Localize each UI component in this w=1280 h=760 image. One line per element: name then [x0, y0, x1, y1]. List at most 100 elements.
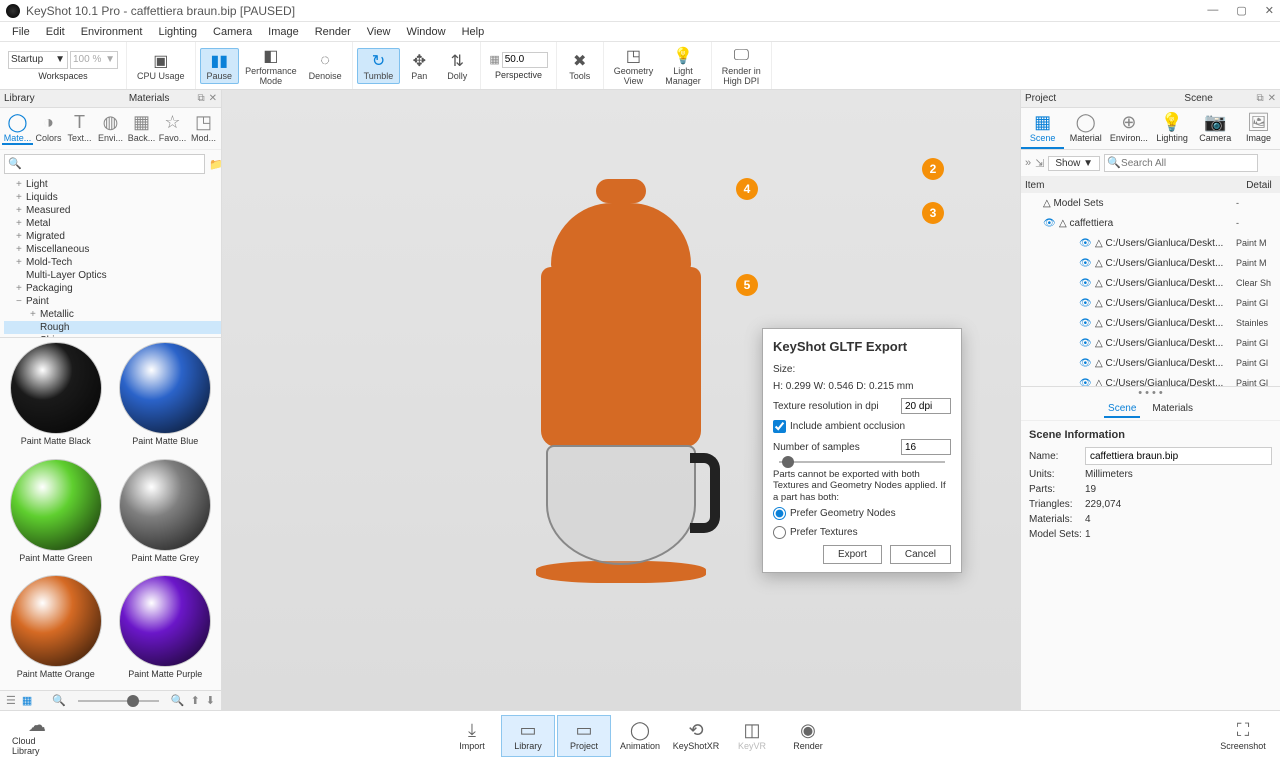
project-tab-0[interactable]: ▦Scene — [1021, 108, 1064, 149]
scene-tree-item[interactable]: 👁△ caffettiera- — [1021, 213, 1280, 233]
render-button[interactable]: ◉Render — [781, 715, 835, 757]
library-tab-0[interactable]: ◯Mate... — [2, 112, 33, 145]
pan-button[interactable]: ✥Pan — [400, 49, 438, 83]
tree-item[interactable]: +Mold-Tech — [4, 256, 221, 269]
render-viewport[interactable]: KeyShot GLTF Export Size: H: 0.299 W: 0.… — [222, 90, 1020, 710]
menu-camera[interactable]: Camera — [205, 24, 260, 40]
samples-slider[interactable] — [779, 461, 945, 463]
project-tab-5[interactable]: 🖼Image — [1237, 108, 1280, 149]
menu-environment[interactable]: Environment — [73, 24, 151, 40]
scene-tree-item[interactable]: 👁△ C:/Users/Gianluca/Deskt...Paint M — [1021, 253, 1280, 273]
cpu-usage-button[interactable]: ▣CPU Usage — [131, 49, 191, 83]
prefer-textures-radio[interactable] — [773, 526, 786, 539]
scene-tree-item[interactable]: 👁△ C:/Users/Gianluca/Deskt...Paint Gl — [1021, 333, 1280, 353]
close-panel-icon[interactable]: ✕ — [1268, 93, 1276, 104]
menu-file[interactable]: File — [4, 24, 38, 40]
library-tab-3[interactable]: ◍Envi... — [95, 112, 126, 145]
expand-icon[interactable]: » — [1025, 157, 1031, 169]
scene-search-input[interactable] — [1104, 154, 1258, 172]
menu-render[interactable]: Render — [307, 24, 359, 40]
list-view-icon[interactable]: ☰ — [6, 694, 16, 707]
close-button[interactable]: ✕ — [1265, 4, 1274, 17]
scene-tree-item[interactable]: △ Model Sets- — [1021, 193, 1280, 213]
tree-item[interactable]: +Packaging — [4, 282, 221, 295]
denoise-button[interactable]: ◌Denoise — [303, 49, 348, 83]
material-swatch[interactable]: Paint Matte Purple — [114, 575, 218, 686]
project-tab-2[interactable]: ⊕Environ... — [1107, 108, 1150, 149]
pause-button[interactable]: ▮▮Pause — [200, 48, 240, 84]
tree-item[interactable]: Multi-Layer Optics — [4, 269, 221, 282]
tree-item[interactable]: +Metal — [4, 217, 221, 230]
library-tab-5[interactable]: ☆Favo... — [157, 112, 188, 145]
project-tab-1[interactable]: ◯Material — [1064, 108, 1107, 149]
scene-tree-item[interactable]: 👁△ C:/Users/Gianluca/Deskt...Clear Sh — [1021, 273, 1280, 293]
menu-view[interactable]: View — [359, 24, 399, 40]
library-tab-2[interactable]: TText... — [64, 112, 95, 145]
library-search-input[interactable] — [4, 154, 205, 174]
grid-view-icon[interactable]: ▦ — [22, 694, 32, 707]
library-tab-1[interactable]: ◑Colors — [33, 112, 64, 145]
thumbnail-size-slider[interactable] — [78, 700, 159, 702]
menu-lighting[interactable]: Lighting — [150, 24, 205, 40]
export-material-icon[interactable]: ⬇ — [206, 694, 215, 707]
light-manager-button[interactable]: 💡LightManager — [659, 44, 707, 88]
scene-tree-item[interactable]: 👁△ C:/Users/Gianluca/Deskt...Paint M — [1021, 233, 1280, 253]
scene-tree-item[interactable]: 👁△ C:/Users/Gianluca/Deskt...Paint Gl — [1021, 373, 1280, 387]
subtab-materials[interactable]: Materials — [1148, 401, 1197, 418]
project-button[interactable]: ▭Project — [557, 715, 611, 757]
keyshotxr-button[interactable]: ⟲KeyShotXR — [669, 715, 723, 757]
workspace-dropdown[interactable]: Startup▼ — [8, 51, 68, 69]
tree-item[interactable]: +Migrated — [4, 230, 221, 243]
geometry-view-button[interactable]: ◳GeometryView — [608, 44, 660, 88]
folder-icon[interactable]: 📁 — [209, 158, 223, 171]
tree-item[interactable]: −Paint — [4, 295, 221, 308]
cancel-button[interactable]: Cancel — [890, 545, 951, 564]
menu-window[interactable]: Window — [398, 24, 453, 40]
ambient-occlusion-checkbox[interactable] — [773, 420, 786, 433]
samples-input[interactable] — [901, 439, 951, 455]
library-tab-4[interactable]: ▦Back... — [126, 112, 157, 145]
show-dropdown[interactable]: Show ▼ — [1048, 156, 1100, 171]
menu-help[interactable]: Help — [454, 24, 493, 40]
library-button[interactable]: ▭Library — [501, 715, 555, 757]
tumble-button[interactable]: ↻Tumble — [357, 48, 401, 84]
import-material-icon[interactable]: ⬆ — [191, 694, 200, 707]
menu-edit[interactable]: Edit — [38, 24, 73, 40]
prefer-geometry-radio[interactable] — [773, 507, 786, 520]
subtab-scene[interactable]: Scene — [1104, 401, 1140, 418]
maximize-button[interactable]: ▢ — [1236, 4, 1246, 17]
import-button[interactable]: ⤓Import — [445, 715, 499, 757]
library-tab-6[interactable]: ◳Mod... — [188, 112, 219, 145]
search-icon[interactable]: 🔍 — [8, 157, 22, 170]
material-swatch[interactable]: Paint Matte Green — [4, 459, 108, 570]
tree-item[interactable]: +Miscellaneous — [4, 243, 221, 256]
material-swatch[interactable]: Paint Matte Grey — [114, 459, 218, 570]
material-swatch[interactable]: Paint Matte Blue — [114, 342, 218, 453]
zoom-out-icon[interactable]: 🔍 — [52, 694, 66, 707]
material-swatch[interactable]: Paint Matte Orange — [4, 575, 108, 686]
tex-res-input[interactable] — [901, 398, 951, 414]
menu-image[interactable]: Image — [260, 24, 307, 40]
popout-icon[interactable]: ⧉ — [1256, 93, 1263, 104]
close-panel-icon[interactable]: ✕ — [209, 93, 217, 104]
export-button[interactable]: Export — [823, 545, 882, 564]
render-highdpi-button[interactable]: 🖵Render inHigh DPI — [716, 44, 767, 88]
zoom-dropdown[interactable]: 100 %▼ — [70, 51, 118, 69]
tree-item[interactable]: +Metallic — [4, 308, 221, 321]
cloud-library-button[interactable]: ☁Cloud Library — [10, 715, 64, 757]
zoom-in-icon[interactable]: 🔍 — [171, 694, 185, 707]
hierarchy-icon[interactable]: ⇲ — [1035, 157, 1044, 170]
project-tab-3[interactable]: 💡Lighting — [1151, 108, 1194, 149]
animation-button[interactable]: ◯Animation — [613, 715, 667, 757]
tree-item[interactable]: +Light — [4, 178, 221, 191]
keyvr-button[interactable]: ◫KeyVR — [725, 715, 779, 757]
tree-item[interactable]: +Liquids — [4, 191, 221, 204]
minimize-button[interactable]: — — [1207, 4, 1218, 17]
tools-button[interactable]: ✖Tools — [561, 49, 599, 83]
scene-tree-item[interactable]: 👁△ C:/Users/Gianluca/Deskt...Stainles — [1021, 313, 1280, 333]
fov-input[interactable] — [502, 52, 548, 68]
performance-mode-button[interactable]: ◧PerformanceMode — [239, 44, 303, 88]
project-tab-4[interactable]: 📷Camera — [1194, 108, 1237, 149]
popout-icon[interactable]: ⧉ — [197, 93, 204, 104]
scene-tree-item[interactable]: 👁△ C:/Users/Gianluca/Deskt...Paint Gl — [1021, 293, 1280, 313]
